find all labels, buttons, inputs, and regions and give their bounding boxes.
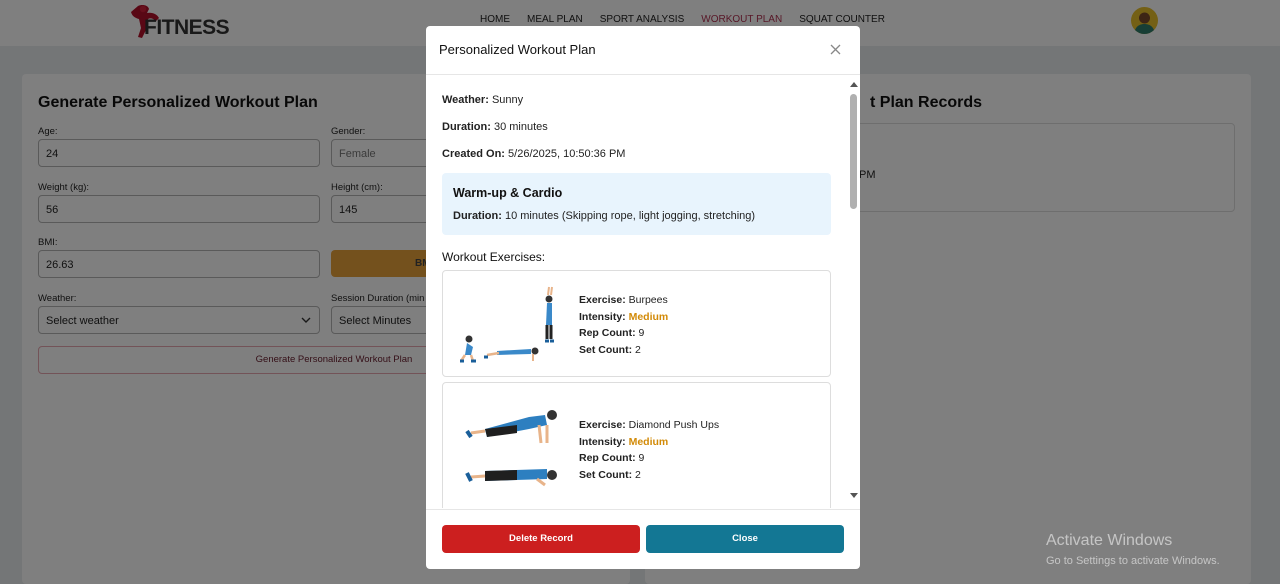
modal-body: Weather: Sunny Duration: 30 minutes Crea… [426,76,848,508]
set-count-value: 2 [635,343,641,356]
scroll-down-arrow-icon[interactable] [850,493,858,498]
workout-plan-modal: Personalized Workout Plan Weather: Sunny… [426,26,860,569]
created-row: Created On: 5/26/2025, 10:50:36 PM [442,148,625,160]
weather-row: Weather: Sunny [442,94,523,106]
set-count-label: Set Count: [579,343,633,356]
warmup-title: Warm-up & Cardio [453,186,563,200]
diamond-push-ups-illustration [465,410,557,487]
rep-count-value: 9 [638,327,645,339]
close-button[interactable]: Close [646,525,844,553]
set-count-label: Set Count: [579,468,633,481]
delete-record-button[interactable]: Delete Record [442,525,640,553]
exercise-details: Exercise: Burpees Intensity: Medium Rep … [579,292,668,358]
activate-windows-subtitle: Go to Settings to activate Windows. [1046,555,1220,567]
duration-row-label: Duration: [442,121,491,133]
exercise-name: Burpees [628,294,668,306]
exercise-card: Exercise: Burpees Intensity: Medium Rep … [442,270,831,377]
modal-footer: Delete Record Close [426,509,860,569]
warmup-duration-value: 10 minutes (Skipping rope, light jogging… [504,210,756,222]
activate-windows-title: Activate Windows [1046,532,1173,549]
warmup-duration: Duration: 10 minutes (Skipping rope, lig… [453,210,755,222]
exercise-name: Diamond Push Ups [628,419,720,431]
warmup-panel: Warm-up & Cardio Duration: 10 minutes (S… [442,173,831,235]
exercises-title: Workout Exercises: [442,250,546,264]
duration-row-value: 30 minutes [493,121,548,133]
intensity-label: Intensity: [579,310,626,323]
created-row-value: 5/26/2025, 10:50:36 PM [508,148,626,160]
modal-header: Personalized Workout Plan [426,26,860,75]
weather-row-label: Weather: [442,94,489,106]
rep-count-value: 9 [638,452,645,464]
created-row-label: Created On: [442,148,505,160]
burpees-illustration [459,286,554,363]
rep-count-label: Rep Count: [579,452,636,464]
weather-row-value: Sunny [491,94,524,106]
modal-scrollbar[interactable] [848,76,860,508]
scroll-up-arrow-icon[interactable] [850,82,858,87]
exercise-label: Exercise: [579,294,626,306]
duration-row: Duration: 30 minutes [442,121,548,133]
warmup-duration-label: Duration: [453,210,502,222]
exercise-card: Exercise: Diamond Push Ups Intensity: Me… [442,382,831,508]
scrollbar-thumb[interactable] [850,94,857,209]
exercise-label: Exercise: [579,419,626,431]
intensity-label: Intensity: [579,435,626,448]
exercise-intensity: Medium [628,435,669,448]
close-icon[interactable] [830,44,841,55]
exercise-details: Exercise: Diamond Push Ups Intensity: Me… [579,417,719,483]
exercise-intensity: Medium [628,310,669,323]
rep-count-label: Rep Count: [579,327,636,339]
modal-title: Personalized Workout Plan [439,42,596,57]
set-count-value: 2 [635,468,641,481]
